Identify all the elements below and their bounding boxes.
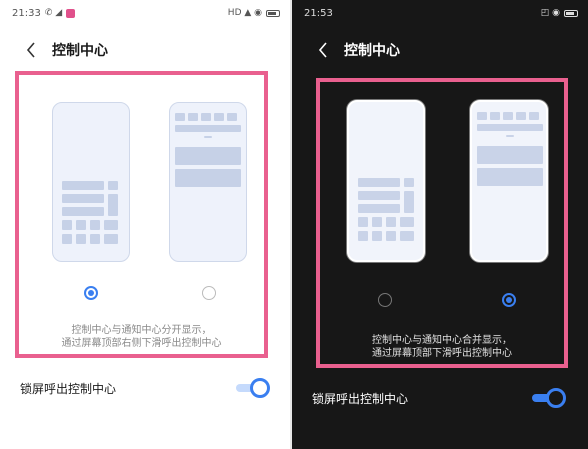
separate-layout-radio[interactable] [84, 286, 98, 300]
combined-layout-preview[interactable] [470, 100, 548, 262]
description-line-2: 通过屏幕顶部右侧下滑呼出控制中心 [61, 338, 222, 349]
layout-options-highlight: 控制中心与通知中心分开显示， 通过屏幕顶部右侧下滑呼出控制中心 [15, 71, 268, 358]
header: 控制中心 [316, 40, 400, 60]
notification-icons: ✆ ◢ [44, 7, 63, 18]
status-time: 21:33 [12, 7, 41, 19]
lockscreen-control-center-row[interactable]: 锁屏呼出控制中心 [292, 388, 588, 408]
description-line-1: 控制中心与通知中心分开显示， [71, 325, 212, 336]
lockscreen-toggle[interactable] [236, 378, 270, 398]
separate-layout-preview[interactable] [347, 100, 425, 262]
combined-layout-radio[interactable] [502, 293, 516, 307]
header: 控制中心 [24, 40, 108, 60]
chevron-left-icon[interactable] [24, 41, 38, 59]
app-notification-icon [66, 8, 76, 18]
dark-theme-screen: 21:53 ◰ ◉ 控制中心 控制中心与通知中心合并显示， 通过屏幕顶部下滑呼出… [292, 0, 588, 449]
lockscreen-control-center-row[interactable]: 锁屏呼出控制中心 [0, 378, 290, 398]
separate-layout-preview[interactable] [52, 102, 130, 262]
page-title: 控制中心 [52, 43, 108, 59]
description-line-1: 控制中心与通知中心合并显示， [372, 335, 512, 346]
layout-description: 控制中心与通知中心合并显示， 通过屏幕顶部下滑呼出控制中心 [320, 334, 564, 360]
layout-options-highlight: 控制中心与通知中心合并显示， 通过屏幕顶部下滑呼出控制中心 [316, 78, 568, 368]
separate-layout-radio[interactable] [378, 293, 392, 307]
setting-label: 锁屏呼出控制中心 [20, 381, 117, 396]
status-time: 21:53 [304, 7, 333, 19]
battery-icon [564, 9, 578, 17]
setting-label: 锁屏呼出控制中心 [312, 391, 409, 406]
lockscreen-toggle[interactable] [532, 388, 566, 408]
signal-icons: HD ▲ ◉ [227, 7, 262, 18]
description-line-2: 通过屏幕顶部下滑呼出控制中心 [372, 348, 512, 359]
status-bar: 21:33 ✆ ◢ HD ▲ ◉ [12, 6, 280, 20]
layout-description: 控制中心与通知中心分开显示， 通过屏幕顶部右侧下滑呼出控制中心 [19, 324, 264, 350]
combined-layout-radio[interactable] [202, 286, 216, 300]
status-bar: 21:53 ◰ ◉ [304, 6, 578, 20]
light-theme-screen: 21:33 ✆ ◢ HD ▲ ◉ 控制中心 控制中心与通知中心分开显示， 通过屏… [0, 0, 290, 449]
signal-icons: ◰ ◉ [540, 7, 560, 18]
page-title: 控制中心 [344, 43, 400, 59]
chevron-left-icon[interactable] [316, 41, 330, 59]
battery-icon [266, 9, 280, 17]
combined-layout-preview[interactable] [169, 102, 247, 262]
